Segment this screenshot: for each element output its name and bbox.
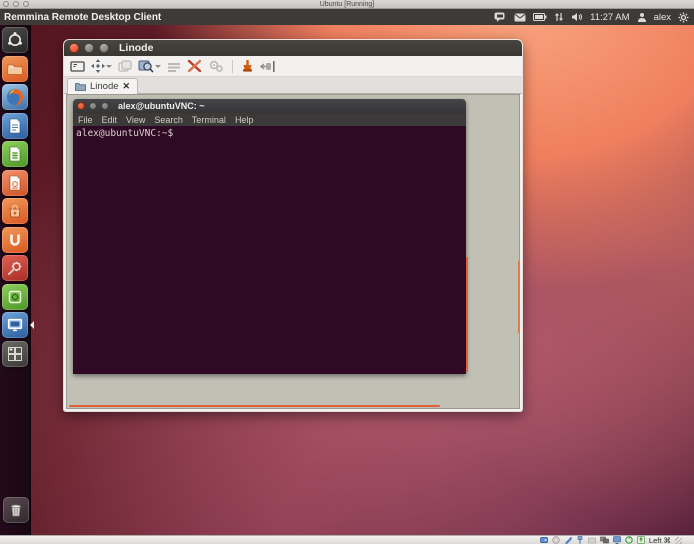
app-menu-title[interactable]: Remmina Remote Desktop Client (0, 12, 161, 23)
remmina-icon[interactable] (2, 312, 28, 338)
preferences-gears-button[interactable] (208, 59, 224, 73)
terminal-titlebar[interactable]: alex@ubuntuVNC: ~ (73, 99, 466, 113)
disconnect-button[interactable] (260, 60, 276, 73)
battery-icon[interactable] (533, 13, 547, 21)
messaging-icon[interactable] (494, 12, 507, 23)
menu-help[interactable]: Help (235, 115, 254, 125)
menu-view[interactable]: View (126, 115, 145, 125)
resize-grip (675, 537, 682, 544)
terminal-menubar: File Edit View Search Terminal Help (73, 113, 466, 126)
terminal-maximize-button[interactable] (101, 102, 109, 110)
tab-linode[interactable]: Linode ✕ (67, 78, 138, 94)
scaled-dropdown-caret[interactable] (155, 65, 161, 68)
toggle-scaled-mode-button[interactable] (138, 59, 161, 73)
host-key-indicator: Left ⌘ (649, 536, 671, 544)
ubuntu-one-icon[interactable] (2, 227, 28, 253)
toggle-fullscreen-button[interactable] (91, 59, 112, 73)
remmina-window: Linode Linode ✕ alex@ubuntuVNC: ~ (64, 40, 522, 411)
remmina-toolbar (64, 56, 522, 77)
shared-folders-icon[interactable] (588, 536, 596, 544)
menu-search[interactable]: Search (154, 115, 183, 125)
system-settings-icon[interactable] (2, 255, 28, 281)
software-center-icon[interactable] (2, 198, 28, 224)
unity-launcher (0, 25, 31, 535)
network-traffic-icon[interactable] (554, 12, 564, 22)
optical-drive-icon[interactable] (552, 536, 560, 544)
usb-icon[interactable] (576, 536, 584, 544)
trash-icon[interactable] (3, 497, 29, 523)
serial-port-icon[interactable] (564, 536, 572, 544)
remote-paint-artifact (466, 257, 468, 372)
menu-file[interactable]: File (78, 115, 93, 125)
remote-paint-artifact (69, 405, 440, 407)
maximize-button[interactable] (99, 43, 109, 53)
dash-home-icon[interactable] (2, 27, 28, 53)
firefox-icon[interactable] (2, 84, 28, 110)
minimize-remote-button[interactable] (241, 59, 254, 73)
home-folder-icon[interactable] (2, 56, 28, 82)
network-icon[interactable] (600, 536, 609, 544)
tab-label: Linode (90, 81, 119, 92)
user-icon[interactable] (637, 12, 647, 22)
window-title: Linode (119, 42, 153, 54)
toolbar-separator (232, 60, 233, 73)
user-menu[interactable]: alex (654, 12, 671, 23)
sound-icon[interactable] (571, 12, 583, 22)
host-window-titlebar: Ubuntu [Running] (0, 0, 694, 9)
hard-disk-icon[interactable] (540, 536, 548, 544)
remote-paint-artifact (518, 261, 520, 333)
terminal-body[interactable]: alex@ubuntuVNC:~$ (73, 126, 466, 374)
minimize-button[interactable] (84, 43, 94, 53)
session-gear-icon[interactable] (678, 12, 689, 23)
remmina-tabbar: Linode ✕ (64, 77, 522, 94)
switch-tab-pages-button[interactable] (118, 60, 132, 73)
tab-close-icon[interactable]: ✕ (123, 81, 131, 92)
close-button[interactable] (69, 43, 79, 53)
auto-resize-icon[interactable] (637, 536, 645, 544)
terminal-close-button[interactable] (77, 102, 85, 110)
terminal-window: alex@ubuntuVNC: ~ File Edit View Search … (73, 99, 466, 374)
remote-desktop-view: alex@ubuntuVNC: ~ File Edit View Search … (66, 94, 520, 409)
features-icon[interactable] (625, 536, 633, 544)
mail-icon[interactable] (514, 13, 526, 22)
virtualbox-statusbar: Left ⌘ (0, 535, 694, 544)
host-window-title: Ubuntu [Running] (0, 0, 694, 9)
focused-indicator-arrow (30, 321, 34, 329)
menu-edit[interactable]: Edit (102, 115, 118, 125)
libreoffice-calc-icon[interactable] (2, 141, 28, 167)
grab-keyboard-button[interactable] (167, 61, 181, 72)
tools-button[interactable] (187, 59, 202, 73)
menu-terminal[interactable]: Terminal (192, 115, 226, 125)
terminal-minimize-button[interactable] (89, 102, 97, 110)
fullscreen-dropdown-caret[interactable] (106, 65, 112, 68)
libreoffice-impress-icon[interactable] (2, 170, 28, 196)
shell-prompt: alex@ubuntuVNC:~$ (73, 126, 466, 139)
package-manager-icon[interactable] (2, 284, 28, 310)
display-icon[interactable] (613, 536, 621, 544)
clock[interactable]: 11:27 AM (590, 12, 629, 23)
libreoffice-writer-icon[interactable] (2, 113, 28, 139)
indicator-area: 11:27 AM alex (494, 12, 694, 23)
remmina-titlebar[interactable]: Linode (64, 40, 522, 56)
tab-connection-icon (75, 82, 86, 91)
resize-window-button[interactable] (70, 60, 85, 73)
ubuntu-top-panel: Remmina Remote Desktop Client 11:27 AM a… (0, 9, 694, 25)
workspace-switcher-icon[interactable] (2, 341, 28, 367)
terminal-title: alex@ubuntuVNC: ~ (118, 101, 205, 111)
